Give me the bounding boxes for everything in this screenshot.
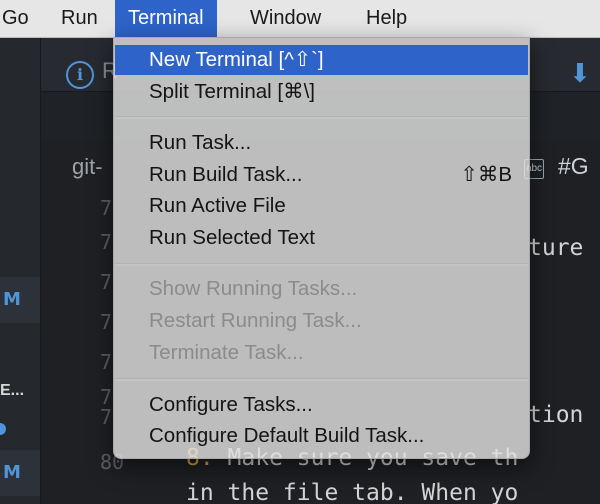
- menu-item-terminate-task: Terminate Task...: [115, 338, 528, 368]
- menu-bar: Go Run Terminal Window Help: [0, 0, 600, 38]
- status-dot-icon: [0, 423, 6, 435]
- menu-item-label: Restart Running Task...: [149, 309, 362, 332]
- download-arrow-icon[interactable]: ⬇: [569, 58, 591, 89]
- menu-item-restart-running-task: Restart Running Task...: [115, 306, 528, 336]
- line-number: 7: [100, 350, 113, 374]
- menu-item-new-terminal[interactable]: New Terminal [^⇧`]: [115, 45, 528, 75]
- menu-item-label: Run Build Task...: [149, 163, 303, 186]
- modified-badge[interactable]: M: [0, 277, 40, 323]
- menu-item-shortcut: ⇧⌘B: [460, 163, 512, 186]
- menu-item-label: Configure Tasks...: [149, 393, 313, 416]
- line-number: 7: [100, 405, 113, 429]
- breadcrumb[interactable]: git-: [72, 154, 103, 180]
- menu-item-label: New Terminal [^⇧`]: [149, 48, 324, 71]
- info-icon: i: [66, 61, 94, 89]
- menu-item-label: Show Running Tasks...: [149, 277, 358, 300]
- screen: M E... M i R ⬇ git- abc #G 7 7 7 7 7 7 7…: [0, 0, 600, 504]
- line-number: 7: [100, 230, 113, 254]
- menu-item-run-task[interactable]: Run Task...: [115, 128, 528, 158]
- code-line[interactable]: tion: [528, 402, 583, 428]
- menu-run[interactable]: Run: [56, 0, 103, 37]
- activity-bar: M E... M: [0, 38, 41, 504]
- menu-item-label: Terminate Task...: [149, 341, 304, 364]
- menu-item-configure-default-build-task[interactable]: Configure Default Build Task...: [115, 421, 528, 451]
- menu-item-show-running-tasks: Show Running Tasks...: [115, 274, 528, 304]
- menu-separator: [115, 116, 528, 119]
- menu-window[interactable]: Window: [241, 0, 330, 37]
- menu-item-label: Split Terminal [⌘\]: [149, 80, 315, 103]
- menu-item-label: Run Active File: [149, 194, 286, 217]
- menu-item-run-build-task[interactable]: Run Build Task... ⇧⌘B: [115, 160, 528, 190]
- line-number: 7: [100, 270, 113, 294]
- menu-item-run-active-file[interactable]: Run Active File: [115, 191, 528, 221]
- menu-item-label: Configure Default Build Task...: [149, 424, 425, 447]
- terminal-dropdown-menu: New Terminal [^⇧`] Split Terminal [⌘\] R…: [113, 37, 530, 459]
- menu-item-configure-tasks[interactable]: Configure Tasks...: [115, 390, 528, 420]
- line-number: 7: [100, 310, 113, 334]
- menu-help[interactable]: Help: [356, 0, 417, 37]
- code-line[interactable]: in the file tab. When yo: [186, 480, 518, 504]
- menu-terminal[interactable]: Terminal: [115, 0, 217, 37]
- code-line[interactable]: ture: [528, 235, 583, 261]
- menu-item-split-terminal[interactable]: Split Terminal [⌘\]: [115, 77, 528, 107]
- menu-separator: [115, 263, 528, 266]
- line-number: 7: [100, 196, 113, 220]
- menu-separator: [115, 378, 528, 381]
- explorer-item-label[interactable]: E...: [0, 376, 40, 406]
- breadcrumb-heading[interactable]: #G: [558, 153, 589, 180]
- menu-item-run-selected-text[interactable]: Run Selected Text: [115, 223, 528, 253]
- menu-item-label: Run Task...: [149, 131, 252, 154]
- menu-item-label: Run Selected Text: [149, 226, 316, 249]
- modified-badge[interactable]: M: [0, 450, 40, 496]
- menu-go[interactable]: Go: [0, 0, 32, 37]
